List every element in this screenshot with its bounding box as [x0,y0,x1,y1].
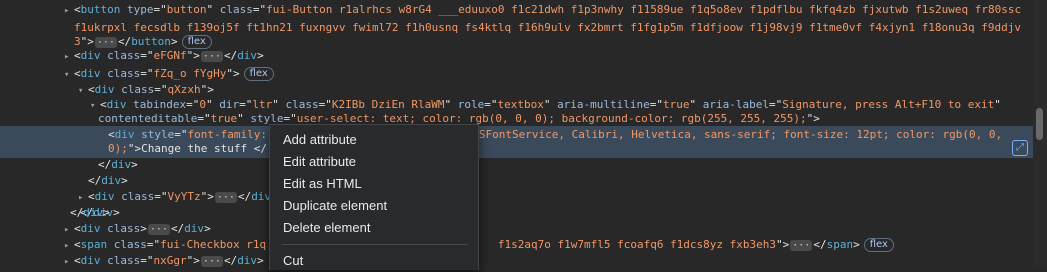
dom-line-text: f1ukrpxl fecsdlb f139oj5f ft1hn21 fuxngv… [74,21,1022,34]
vertical-scrollbar[interactable] [1033,0,1047,269]
dom-line[interactable]: ▸ <button type="button" class="fui-Button… [64,1,1021,19]
menu-item-edit-as-html[interactable]: Edit as HTML [270,173,478,195]
menu-item-duplicate-element[interactable]: Duplicate element [270,195,478,217]
dom-line[interactable]: ▸ <div class="nxGgr"> ··· </div> [64,252,264,270]
menu-separator [282,244,468,245]
menu-item-label: Edit attribute [283,154,356,169]
dom-line-text: <div class="fZq_o fYgHy"> flex [74,67,274,81]
dom-line-text: <span class="fui-Checkbox r1q f1s2aq7o f… [74,238,894,252]
dom-line-text: <div class="nxGgr"> ··· </div> [74,254,264,267]
menu-item-label: Delete element [283,220,371,235]
menu-item-delete-element[interactable]: Delete element [270,217,478,239]
dom-line-text: <div class="eFGNf"> ··· </div> [74,49,264,62]
dom-line-text: <div class="VyYTz">···</div> [88,190,278,203]
menu-item-label: Add attribute [283,132,357,147]
dom-line-text: 0);">Change the stuff </ [108,142,267,155]
menu-item-edit-attribute[interactable]: Edit attribute [270,151,478,173]
dom-line-text: </div> [70,206,110,219]
scrollbar-thumb[interactable] [1036,108,1043,140]
dom-line-text: <div class> ··· </div> [74,222,211,235]
expand-icon[interactable]: ⤢ [1012,140,1028,156]
dom-line-selected[interactable]: 0);">Change the stuff </ [0,140,1033,158]
menu-item-add-attribute[interactable]: Add attribute [270,129,478,151]
dom-line-text: </div> [98,158,138,171]
menu-item-label: Duplicate element [283,198,388,213]
menu-item-label: Edit as HTML [283,176,362,191]
dom-line-text: </div> [88,174,128,187]
context-menu: Add attribute Edit attribute Edit as HTM… [269,124,479,270]
menu-item-label: Cut [283,253,304,268]
dom-line[interactable]: ▸ <div class="eFGNf"> ··· </div> [64,47,264,65]
dom-line-text: <div class="qXzxh"> [88,83,214,96]
elements-panel: ▸ <button type="button" class="fui-Button… [0,0,1033,269]
dom-line[interactable]: f1ukrpxl fecsdlb f139oj5f ft1hn21 fuxngv… [74,19,1021,37]
dom-line-text: <button type="button" class="fui-Button … [74,3,1022,16]
